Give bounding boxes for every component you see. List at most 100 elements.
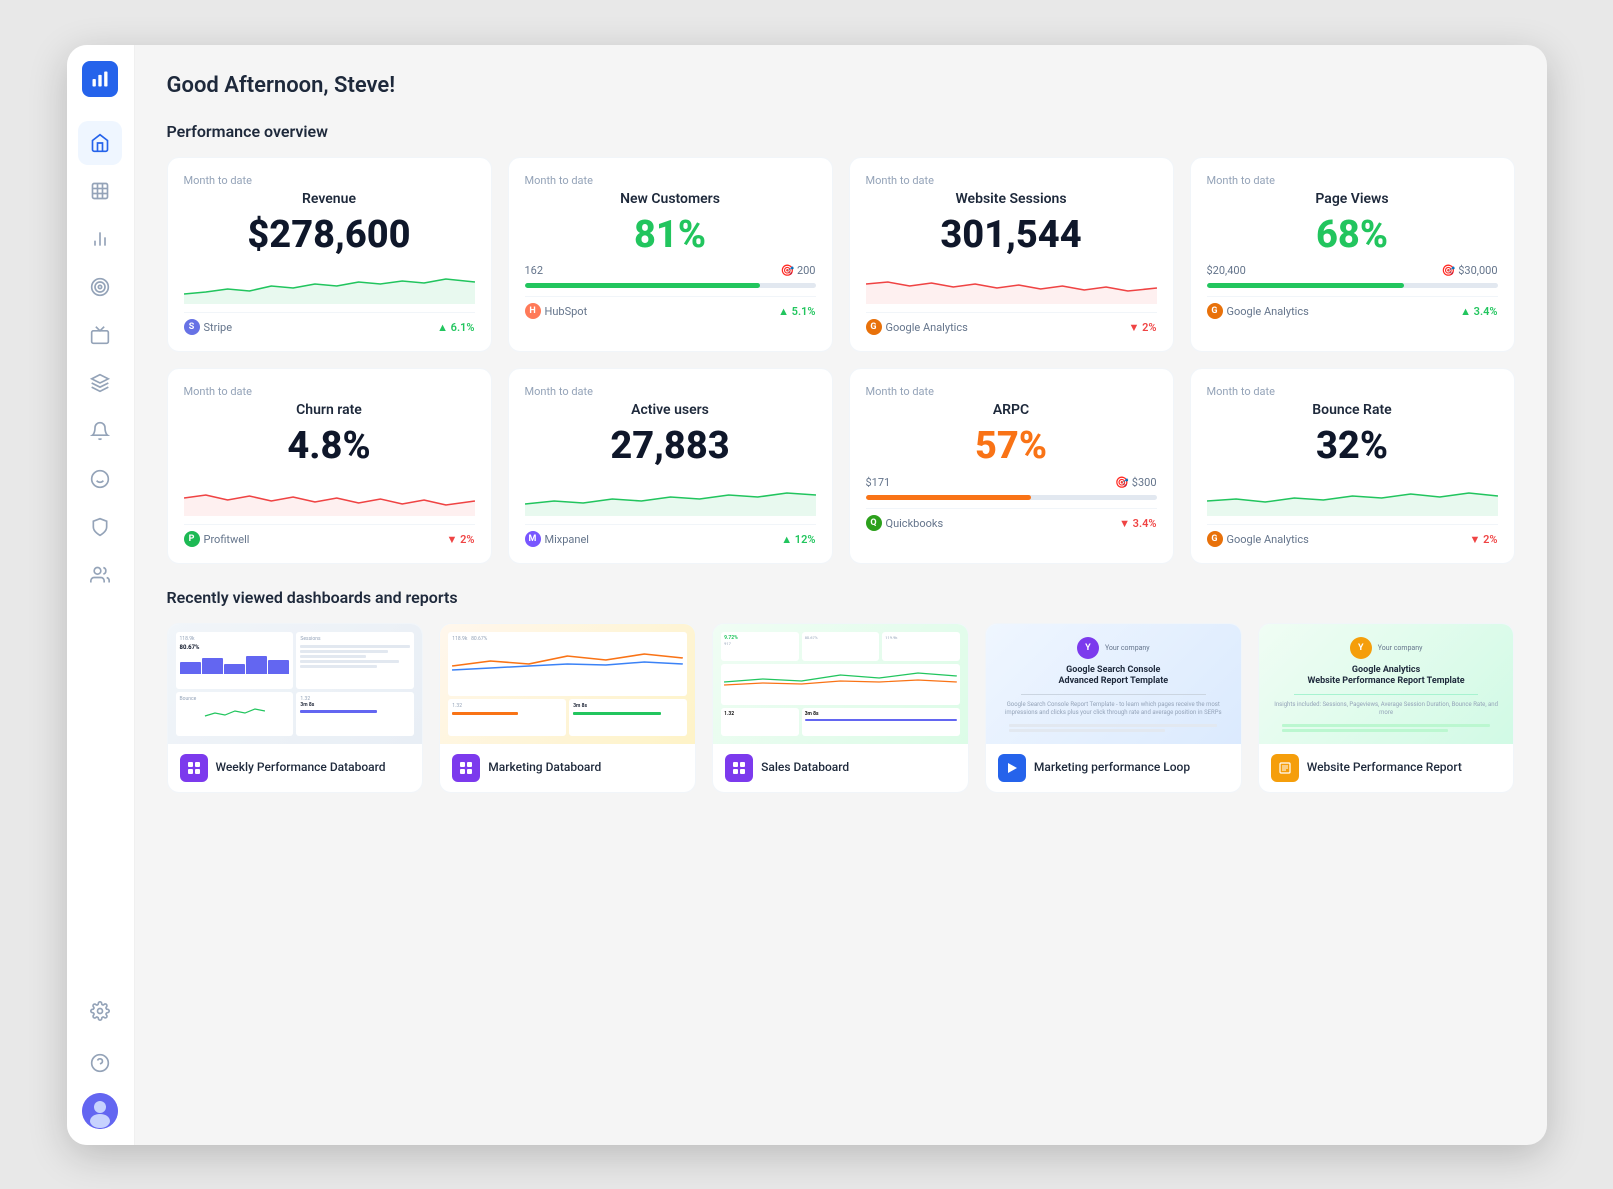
sidebar-item-target[interactable]: [78, 265, 122, 309]
report-icon: [1271, 754, 1299, 782]
metric-title: Website Sessions: [866, 191, 1157, 207]
source-badge: Q Quickbooks: [866, 515, 944, 531]
change-badge: ▼ 2%: [1469, 533, 1497, 546]
sparkline-area: [1207, 476, 1498, 516]
source-name: HubSpot: [545, 305, 588, 318]
sidebar-item-home[interactable]: [78, 121, 122, 165]
progress-bar: [525, 283, 816, 288]
source-icon: G: [1207, 303, 1223, 319]
metrics-row-1: Month to date Revenue $278,600 S Stripe: [167, 157, 1515, 353]
source-icon: S: [184, 319, 200, 335]
source-badge: H HubSpot: [525, 303, 588, 319]
sidebar-item-help[interactable]: [78, 1041, 122, 1085]
recently-viewed-title: Recently viewed dashboards and reports: [167, 588, 1515, 607]
sidebar-item-layers[interactable]: [78, 361, 122, 405]
source-name: Mixpanel: [545, 533, 589, 546]
metric-footer: G Google Analytics ▼ 2%: [1207, 524, 1498, 547]
sparkline-area: [525, 476, 816, 516]
metric-period: Month to date: [525, 385, 816, 398]
metric-footer: P Profitwell ▼ 2%: [184, 524, 475, 547]
performance-section-title: Performance overview: [167, 122, 1515, 141]
metric-card-churn-rate: Month to date Churn rate 4.8% P Profitwe…: [167, 368, 492, 564]
report-icon: [452, 754, 480, 782]
sidebar-item-table[interactable]: [78, 169, 122, 213]
report-card-sales-databoard[interactable]: 9.72% 917 80.67% 119.9k: [712, 623, 969, 793]
app-container: Good Afternoon, Steve! Performance overv…: [67, 45, 1547, 1145]
greeting-text: Good Afternoon, Steve!: [167, 73, 1515, 98]
report-name: Sales Databoard: [761, 760, 849, 776]
recently-viewed-section: Recently viewed dashboards and reports 1…: [167, 588, 1515, 793]
change-badge: ▼ 2%: [1128, 321, 1156, 334]
progress-row: $171 🎯 $300: [866, 476, 1157, 489]
report-card-marketing-loop[interactable]: Y Your company Google Search ConsoleAdva…: [985, 623, 1242, 793]
sidebar-nav: [78, 121, 122, 989]
metric-card-active-users: Month to date Active users 27,883 M Mixp…: [508, 368, 833, 564]
report-icon: [180, 754, 208, 782]
sidebar-item-security[interactable]: [78, 505, 122, 549]
source-badge: G Google Analytics: [1207, 303, 1309, 319]
report-footer: Website Performance Report: [1259, 744, 1514, 792]
progress-current: 162: [525, 264, 544, 277]
sidebar-item-play[interactable]: [78, 313, 122, 357]
metric-value: 301,544: [866, 215, 1157, 257]
source-icon: G: [1207, 531, 1223, 547]
metric-title: Active users: [525, 402, 816, 418]
source-badge: P Profitwell: [184, 531, 250, 547]
sidebar-bottom: [78, 989, 122, 1129]
report-thumb: 118.9k 80.67% 1.32: [440, 624, 695, 744]
app-logo[interactable]: [82, 61, 118, 97]
sidebar-item-feedback[interactable]: [78, 457, 122, 501]
sidebar-item-users[interactable]: [78, 553, 122, 597]
sparkline-area: [184, 264, 475, 304]
sidebar-item-bell[interactable]: [78, 409, 122, 453]
metric-footer: S Stripe ▲ 6.1%: [184, 312, 475, 335]
metric-card-website-sessions: Month to date Website Sessions 301,544 G…: [849, 157, 1174, 353]
source-name: Google Analytics: [1227, 533, 1309, 546]
metric-title: Page Views: [1207, 191, 1498, 207]
source-name: Quickbooks: [886, 517, 944, 530]
metrics-row-2: Month to date Churn rate 4.8% P Profitwe…: [167, 368, 1515, 564]
progress-fill: [525, 283, 761, 288]
change-badge: ▲ 6.1%: [437, 321, 474, 334]
metric-title: Revenue: [184, 191, 475, 207]
report-icon: [998, 754, 1026, 782]
report-thumb: 9.72% 917 80.67% 119.9k: [713, 624, 968, 744]
main-content: Good Afternoon, Steve! Performance overv…: [135, 45, 1547, 1145]
progress-current: $20,400: [1207, 264, 1246, 277]
progress-row: 162 🎯 200: [525, 264, 816, 277]
sparkline-area: [184, 476, 475, 516]
report-thumb: Y Your company Google Search ConsoleAdva…: [986, 624, 1241, 744]
metric-value: 81%: [525, 215, 816, 257]
metric-card-new-customers: Month to date New Customers 81% 162 🎯 20…: [508, 157, 833, 353]
sidebar-item-settings[interactable]: [78, 989, 122, 1033]
metric-card-arpc: Month to date ARPC 57% $171 🎯 $300 Q Qui…: [849, 368, 1174, 564]
report-card-weekly-performance[interactable]: 118.9k 80.67%: [167, 623, 424, 793]
report-thumb: Y Your company Google AnalyticsWebsite P…: [1259, 624, 1514, 744]
change-badge: ▲ 3.4%: [1460, 305, 1497, 318]
metric-footer: H HubSpot ▲ 5.1%: [525, 296, 816, 319]
metric-period: Month to date: [866, 385, 1157, 398]
report-footer: Marketing performance Loop: [986, 744, 1241, 792]
report-card-website-performance[interactable]: Y Your company Google AnalyticsWebsite P…: [1258, 623, 1515, 793]
metric-period: Month to date: [1207, 385, 1498, 398]
metric-footer: G Google Analytics ▼ 2%: [866, 312, 1157, 335]
performance-section: Performance overview Month to date Reven…: [167, 122, 1515, 565]
metric-value: 68%: [1207, 215, 1498, 257]
progress-current: $171: [866, 476, 891, 489]
report-card-marketing-databoard[interactable]: 118.9k 80.67% 1.32: [439, 623, 696, 793]
metric-period: Month to date: [866, 174, 1157, 187]
user-avatar[interactable]: [82, 1093, 118, 1129]
source-icon: M: [525, 531, 541, 547]
report-name: Weekly Performance Databoard: [216, 760, 386, 776]
source-icon: H: [525, 303, 541, 319]
source-icon: Q: [866, 515, 882, 531]
source-icon: G: [866, 319, 882, 335]
metric-footer: Q Quickbooks ▼ 3.4%: [866, 508, 1157, 531]
metric-value: 32%: [1207, 426, 1498, 468]
metric-value: $278,600: [184, 215, 475, 257]
metric-footer: G Google Analytics ▲ 3.4%: [1207, 296, 1498, 319]
report-name: Website Performance Report: [1307, 760, 1462, 776]
metric-value: 4.8%: [184, 426, 475, 468]
metric-value: 57%: [866, 426, 1157, 468]
sidebar-item-chart[interactable]: [78, 217, 122, 261]
